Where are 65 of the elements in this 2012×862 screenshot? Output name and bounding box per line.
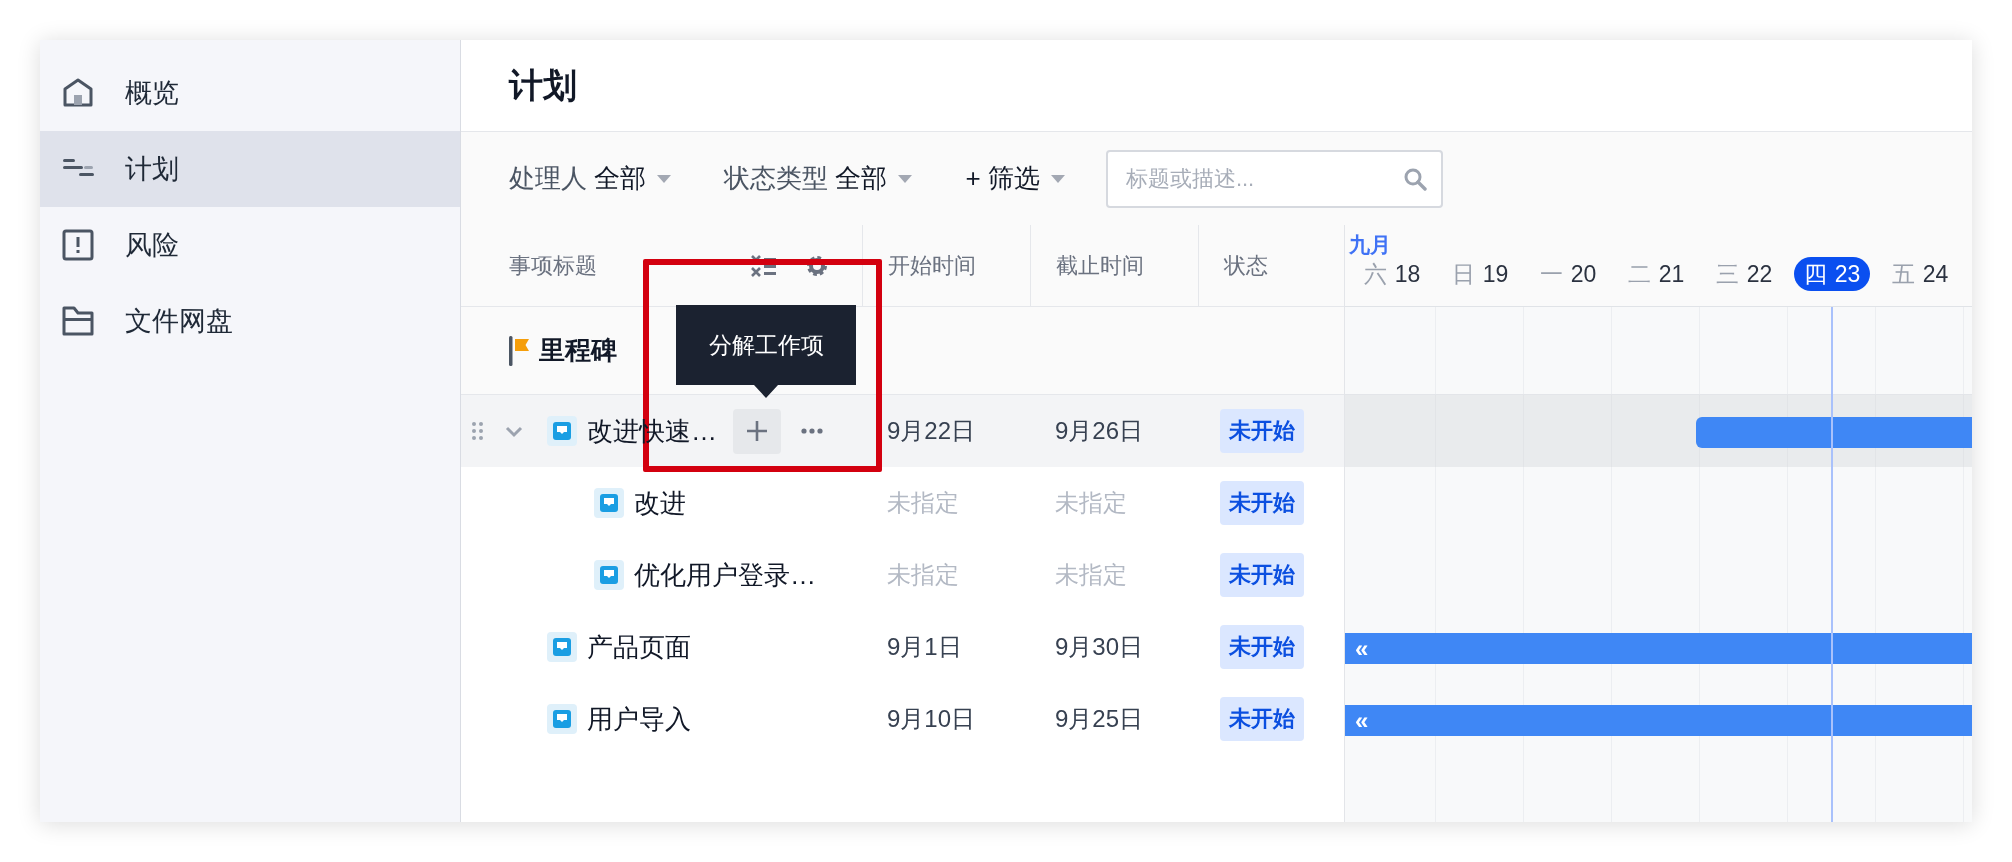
day-number: 23 — [1834, 260, 1861, 288]
column-header: 状态 — [1224, 251, 1268, 280]
task-title[interactable]: 优化用户登录… — [634, 557, 816, 593]
weekday-label: 三 — [1715, 259, 1739, 289]
chevron-icon[interactable] — [505, 424, 523, 438]
search-icon — [1402, 166, 1427, 191]
page-title: 计划 — [509, 64, 577, 106]
settings-icon[interactable] — [805, 253, 829, 278]
sidebar-item[interactable]: 计划 — [40, 131, 460, 207]
status-tag: 未开始 — [1220, 409, 1304, 453]
weekday-label: 日 — [1451, 259, 1475, 289]
gantt-bar[interactable]: « — [1345, 633, 1972, 664]
status-tag: 未开始 — [1220, 625, 1304, 669]
task-title[interactable]: 产品页面 — [587, 629, 691, 665]
status-tag: 未开始 — [1220, 481, 1304, 525]
column-header: 开始时间 — [888, 251, 976, 280]
date-text: 9月25日 — [1055, 704, 1144, 734]
date-text: 9月26日 — [1055, 416, 1144, 446]
date-text: 9月22日 — [887, 416, 976, 446]
split-list-icon[interactable] — [751, 252, 777, 279]
day-number: 24 — [1922, 260, 1949, 288]
sidebar-item[interactable]: 概览 — [40, 55, 460, 131]
sidebar-item[interactable]: 文件网盘 — [40, 283, 460, 359]
date-text: 未指定 — [887, 560, 959, 590]
weekday-label: 六 — [1363, 259, 1387, 289]
drag-handle-icon[interactable] — [471, 421, 484, 441]
column-header: 截止时间 — [1056, 251, 1144, 280]
filter-dropdown[interactable]: 处理人 全部 — [509, 161, 673, 196]
column-header: 事项标题 — [509, 251, 597, 280]
plus-icon — [746, 420, 768, 442]
date-text: 未指定 — [1055, 560, 1127, 590]
month-label: 九月 — [1349, 232, 1391, 258]
warning-icon — [62, 229, 94, 261]
day-number: 21 — [1658, 260, 1685, 288]
caret-icon — [1049, 172, 1066, 185]
status-tag: 未开始 — [1220, 697, 1304, 741]
date-text: 未指定 — [887, 488, 959, 518]
task-title[interactable]: 用户导入 — [587, 701, 691, 737]
add-filter-button[interactable]: + 筛选 — [965, 161, 1066, 196]
more-icon — [801, 428, 823, 434]
milestone-label: 里程碑 — [539, 334, 617, 367]
day-number: 22 — [1746, 260, 1773, 288]
home-icon — [62, 77, 94, 109]
caret-icon — [897, 172, 914, 185]
gantt-bar[interactable]: « — [1345, 705, 1972, 736]
date-text: 9月30日 — [1055, 632, 1144, 662]
weekday-label: 四 — [1803, 259, 1827, 289]
weekday-label: 二 — [1627, 259, 1651, 289]
date-text: 9月1日 — [887, 632, 962, 662]
sidebar-item[interactable]: 风险 — [40, 207, 460, 283]
folder-icon — [62, 305, 94, 337]
add-button[interactable] — [733, 408, 781, 454]
date-text: 未指定 — [1055, 488, 1127, 518]
day-number: 20 — [1570, 260, 1597, 288]
status-tag: 未开始 — [1220, 553, 1304, 597]
weekday-label: 五 — [1891, 259, 1915, 289]
search-field[interactable]: 标题或描述... — [1105, 149, 1443, 208]
day-number: 19 — [1482, 260, 1509, 288]
flag-icon — [509, 335, 529, 366]
day-number: 18 — [1394, 260, 1421, 288]
task-title[interactable]: 改进 — [634, 485, 686, 521]
filter-dropdown[interactable]: 状态类型 全部 — [724, 161, 914, 196]
caret-icon — [656, 172, 673, 185]
weekday-label: 一 — [1539, 259, 1563, 289]
date-text: 9月10日 — [887, 704, 976, 734]
